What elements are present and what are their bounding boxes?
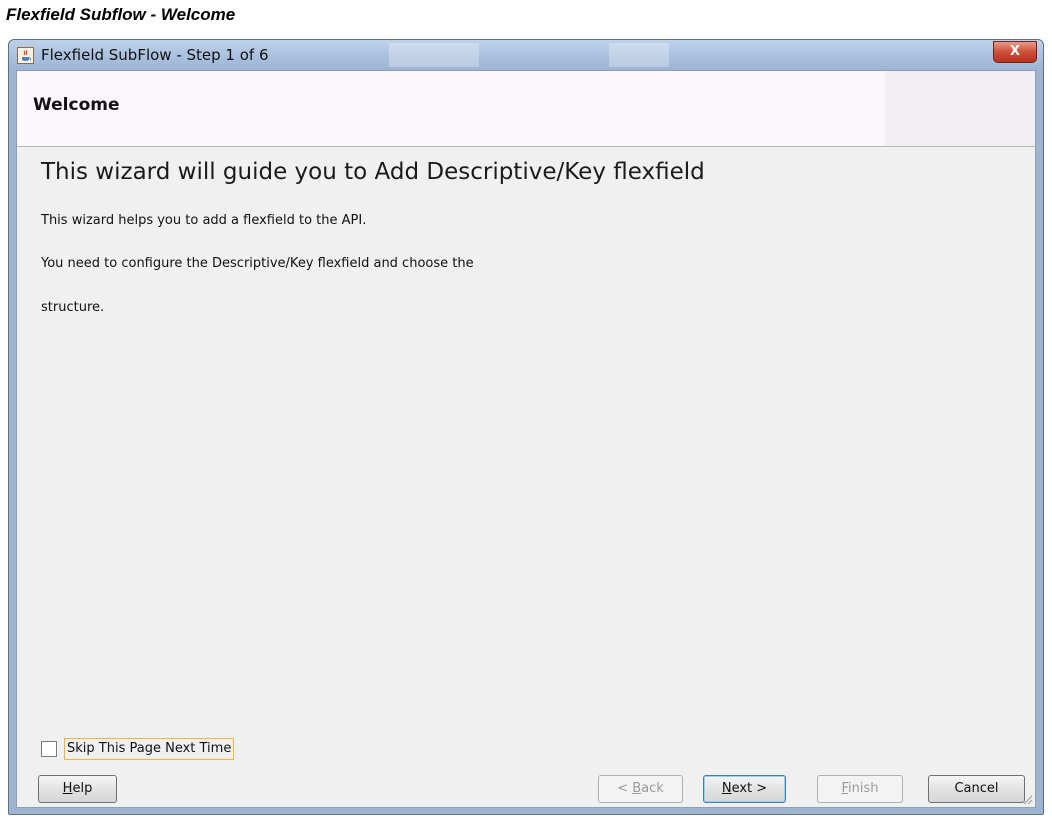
page-title: Welcome (33, 95, 120, 115)
content-heading: This wizard will guide you to Add Descri… (41, 159, 705, 185)
close-button[interactable]: X (993, 41, 1037, 63)
title-bar[interactable]: Flexfield SubFlow - Step 1 of 6 X (9, 40, 1043, 70)
skip-page-checkbox[interactable] (41, 741, 57, 757)
help-button[interactable]: Help (38, 775, 117, 803)
glass-reflection (389, 43, 479, 67)
page-header: Welcome (17, 71, 1035, 147)
close-icon: X (1009, 44, 1021, 59)
glass-reflection (609, 43, 669, 67)
figure-caption: Flexfield Subflow - Welcome (6, 5, 236, 24)
resize-grip-icon[interactable] (1021, 793, 1033, 805)
cancel-button[interactable]: Cancel (928, 775, 1025, 803)
java-cup-icon (17, 47, 34, 64)
header-shade (885, 71, 1035, 146)
dialog-client-area: Welcome This wizard will guide you to Ad… (16, 70, 1036, 808)
intro-paragraph: This wizard helps you to add a flexfield… (41, 213, 367, 228)
next-button[interactable]: Next > (703, 775, 786, 803)
finish-button[interactable]: Finish (817, 775, 903, 803)
instruction-paragraph-continued: structure. (41, 300, 105, 315)
skip-page-label[interactable]: Skip This Page Next Time (64, 738, 235, 760)
window-title: Flexfield SubFlow - Step 1 of 6 (41, 46, 269, 64)
back-button[interactable]: < Back (598, 775, 683, 803)
wizard-dialog: Flexfield SubFlow - Step 1 of 6 X Welcom… (8, 39, 1044, 815)
instruction-paragraph: You need to configure the Descriptive/Ke… (41, 256, 474, 271)
